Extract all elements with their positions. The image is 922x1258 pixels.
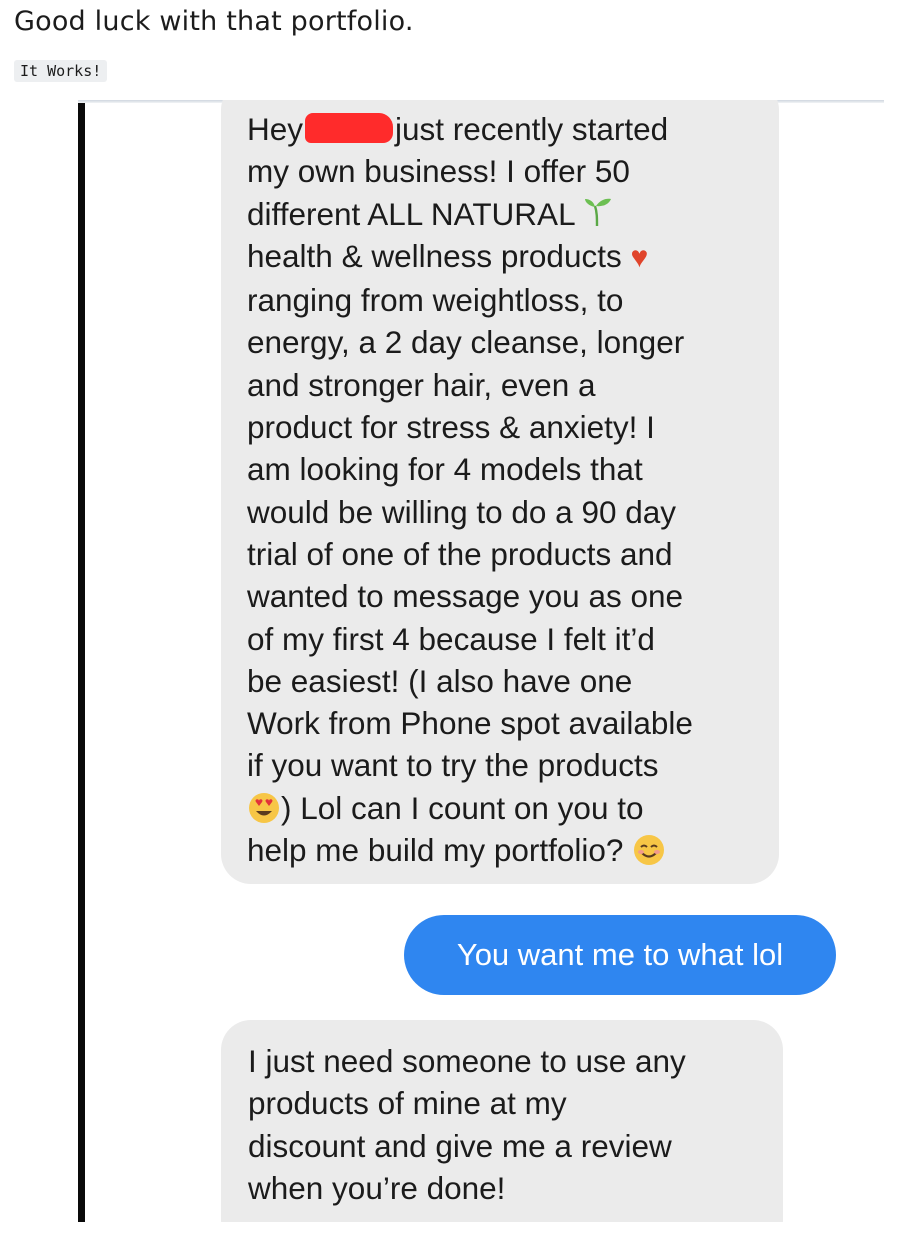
message-line: trial of one of the products and — [247, 535, 673, 572]
smiling-face-emoji-icon — [632, 832, 666, 868]
message-line: when you’re done! — [248, 1169, 506, 1206]
message-line: my own business! I offer 50 — [247, 153, 630, 190]
message-line: Work from Phone spot available — [247, 705, 693, 742]
message-line: be easiest! (I also have one — [247, 662, 633, 699]
message-line: ranging from weightloss, to — [247, 282, 624, 319]
message-line: wanted to message you as one — [247, 578, 684, 615]
message-line: would be willing to do a 90 day — [247, 493, 677, 530]
message-text: different ALL NATURAL — [247, 195, 575, 232]
message-line: I just need someone to use any — [248, 1043, 686, 1079]
message-line: different ALL NATURAL — [247, 193, 779, 235]
message-line: and stronger hair, even a — [247, 366, 596, 403]
message-text: help me build my portfolio? — [247, 832, 624, 869]
message-line: discount and give me a review — [248, 1127, 672, 1164]
message-line: health & wellness products ♥ — [247, 235, 779, 279]
message-line: energy, a 2 day cleanse, longer — [247, 324, 685, 361]
chat-screenshot: Hey just recently started my own business… — [78, 100, 884, 1222]
message-text: health & wellness products — [247, 237, 622, 274]
incoming-message-bubble: I just need someone to use any products … — [221, 1020, 783, 1222]
message-text: ) Lol can I count on you to — [281, 789, 644, 826]
message-line: am looking for 4 models that — [247, 451, 643, 488]
message-line: products of mine at my — [248, 1085, 567, 1122]
message-text: just recently started — [395, 111, 669, 147]
post-flair[interactable]: It Works! — [14, 60, 108, 82]
red-heart-emoji-icon: ♥ — [630, 240, 649, 274]
outgoing-message-bubble: You want me to what lol — [404, 915, 836, 995]
message-line: product for stress & anxiety! I — [247, 409, 655, 446]
redaction-mark — [305, 113, 394, 143]
message-line: Hey just recently started — [247, 108, 779, 150]
message-line: ) Lol can I count on you to — [247, 787, 779, 829]
message-line: help me build my portfolio? — [247, 829, 779, 871]
post-title[interactable]: Good luck with that portfolio. — [14, 6, 414, 37]
message-line: of my first 4 because I felt it’d — [247, 620, 655, 657]
screenshot-left-border — [78, 100, 85, 1222]
incoming-message-bubble: Hey just recently started my own business… — [221, 100, 779, 884]
seedling-emoji-icon — [583, 196, 613, 232]
greeting-text: Hey — [247, 111, 304, 147]
message-line: if you want to try the products — [247, 747, 659, 784]
heart-eyes-emoji-icon — [247, 790, 281, 826]
